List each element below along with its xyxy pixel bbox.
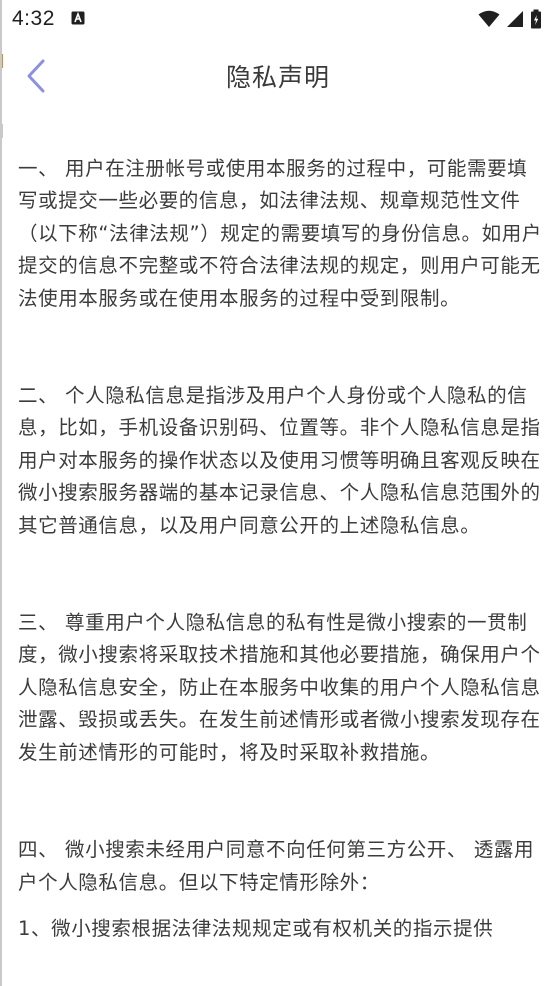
battery-icon <box>530 9 542 29</box>
paragraph-1: 一、 用户在注册帐号或使用本服务的过程中，可能需要填写或提交一些必要的信息，如法… <box>18 157 542 310</box>
status-bar: 4:32 <box>2 0 554 38</box>
chevron-left-icon <box>27 59 45 93</box>
paragraph-spacer-small <box>18 899 542 913</box>
status-right <box>478 9 542 29</box>
paragraph-5: 1、微小搜索根据法律法规规定或有权机关的指示提供 <box>18 916 494 940</box>
wifi-icon <box>478 10 500 28</box>
signal-icon <box>506 10 524 28</box>
paragraph-4: 四、 微小搜索未经用户同意不向任何第三方公开、 透露用户个人隐私信息。但以下特定… <box>18 838 535 894</box>
screen: 4:32 隐私声明 一、 用户在注册帐号或使用本服务的过程中，可能需要填写或提交… <box>0 0 554 986</box>
back-button[interactable] <box>16 54 56 98</box>
title-bar: 隐私声明 <box>2 40 554 112</box>
paragraph-2: 二、 个人隐私信息是指涉及用户个人身份或个人隐私的信息，比如，手机设备识别码、位… <box>18 384 541 537</box>
status-time: 4:32 <box>12 7 55 30</box>
paragraph-3: 三、 尊重用户个人隐私信息的私有性是微小搜索的一贯制度，微小搜索将采取技术措施和… <box>18 611 541 764</box>
a-letter-icon <box>71 10 85 29</box>
status-left: 4:32 <box>12 7 85 31</box>
privacy-statement-content: 一、 用户在注册帐号或使用本服务的过程中，可能需要填写或提交一些必要的信息，如法… <box>18 153 542 945</box>
page-title: 隐私声明 <box>225 63 330 92</box>
edge-marker-secondary <box>2 124 3 138</box>
